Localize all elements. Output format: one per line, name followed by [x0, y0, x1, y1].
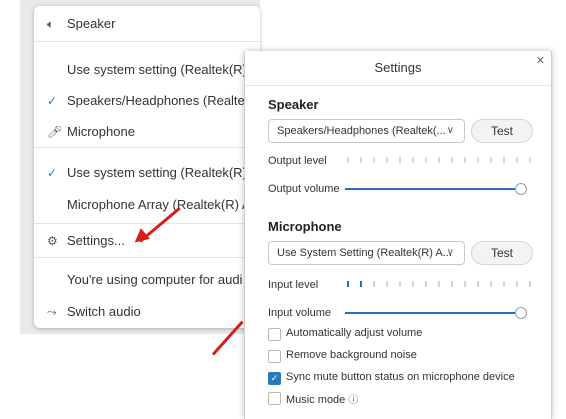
level-tick — [529, 281, 531, 287]
audio-menu: 🔈︎ Speaker Use system setting (Realtek(R… — [34, 6, 260, 328]
speaker-test-button[interactable]: Test — [471, 119, 533, 143]
close-icon[interactable]: ✕ — [536, 54, 545, 67]
music-mode-checkbox[interactable] — [268, 392, 281, 405]
speaker-heading: Speaker — [268, 97, 319, 112]
level-tick — [529, 157, 531, 163]
output-volume-track — [345, 188, 515, 190]
menu-speaker-option-system[interactable]: Use system setting (Realtek(R) — [34, 60, 260, 80]
menu-using-computer-text: You're using computer for audi — [67, 272, 243, 287]
level-tick — [347, 281, 349, 287]
level-tick — [490, 157, 492, 163]
menu-divider — [34, 147, 260, 148]
output-level-meter — [347, 155, 531, 165]
microphone-device-select[interactable]: Use System Setting (Realtek(R) A... ∨ — [268, 241, 465, 265]
info-icon[interactable]: ⓘ — [348, 395, 358, 406]
gear-icon: ⚙ — [47, 234, 58, 248]
settings-dialog: Settings ✕ Speaker Speakers/Headphones (… — [244, 51, 552, 419]
menu-speaker-header: 🔈︎ Speaker — [34, 14, 260, 34]
level-tick — [412, 281, 414, 287]
level-tick — [373, 281, 375, 287]
input-volume-track — [345, 312, 515, 314]
switch-audio-icon: ⤳ — [47, 305, 57, 319]
menu-divider — [34, 223, 260, 224]
microphone-heading: Microphone — [268, 219, 342, 234]
level-tick — [490, 281, 492, 287]
level-tick — [438, 281, 440, 287]
menu-switch-audio-item[interactable]: ⤳ Switch audio — [34, 302, 260, 322]
level-tick — [425, 157, 427, 163]
level-tick — [412, 157, 414, 163]
level-tick — [477, 281, 479, 287]
input-volume-label: Input volume — [268, 307, 331, 319]
sync-mute-checkbox[interactable]: ✓ — [268, 372, 281, 385]
level-tick — [438, 157, 440, 163]
menu-mic-option-array[interactable]: Microphone Array (Realtek(R) A — [34, 195, 260, 215]
chevron-down-icon: ∨ — [446, 125, 454, 136]
level-tick — [477, 157, 479, 163]
speaker-device-select[interactable]: Speakers/Headphones (Realtek(... ∨ — [268, 119, 465, 143]
input-level-label: Input level — [268, 279, 319, 291]
level-tick — [464, 281, 466, 287]
level-tick — [464, 157, 466, 163]
checkmark-icon: ✓ — [47, 94, 58, 108]
level-tick — [360, 281, 362, 287]
level-tick — [399, 157, 401, 163]
checkmark-icon: ✓ — [47, 166, 58, 180]
input-level-meter — [347, 279, 531, 289]
menu-divider — [34, 41, 260, 42]
microphone-test-button[interactable]: Test — [471, 241, 533, 265]
level-tick — [425, 281, 427, 287]
output-volume-label: Output volume — [268, 183, 340, 195]
level-tick — [373, 157, 375, 163]
level-tick — [386, 281, 388, 287]
menu-mic-option-system[interactable]: ✓ Use system setting (Realtek(R) — [34, 163, 260, 183]
output-volume-slider-handle[interactable] — [515, 183, 527, 195]
menu-divider — [34, 257, 260, 258]
level-tick — [347, 157, 349, 163]
level-tick — [516, 281, 518, 287]
level-tick — [360, 157, 362, 163]
level-tick — [503, 157, 505, 163]
speaker-icon: 🔈︎ — [47, 17, 55, 31]
remove-background-noise-checkbox[interactable] — [268, 350, 281, 363]
menu-microphone-header: 🎤︎ Microphone — [34, 122, 260, 142]
input-volume-slider-handle[interactable] — [515, 307, 527, 319]
level-tick — [516, 157, 518, 163]
output-level-label: Output level — [268, 155, 327, 167]
chevron-down-icon: ∨ — [446, 247, 454, 258]
level-tick — [451, 157, 453, 163]
level-tick — [451, 281, 453, 287]
auto-adjust-volume-checkbox[interactable] — [268, 328, 281, 341]
level-tick — [503, 281, 505, 287]
level-tick — [386, 157, 388, 163]
level-tick — [399, 281, 401, 287]
menu-speaker-option-headphones[interactable]: ✓ Speakers/Headphones (Realtek — [34, 91, 260, 111]
dialog-title: Settings — [245, 51, 551, 86]
microphone-icon: 🎤︎ — [47, 125, 63, 139]
